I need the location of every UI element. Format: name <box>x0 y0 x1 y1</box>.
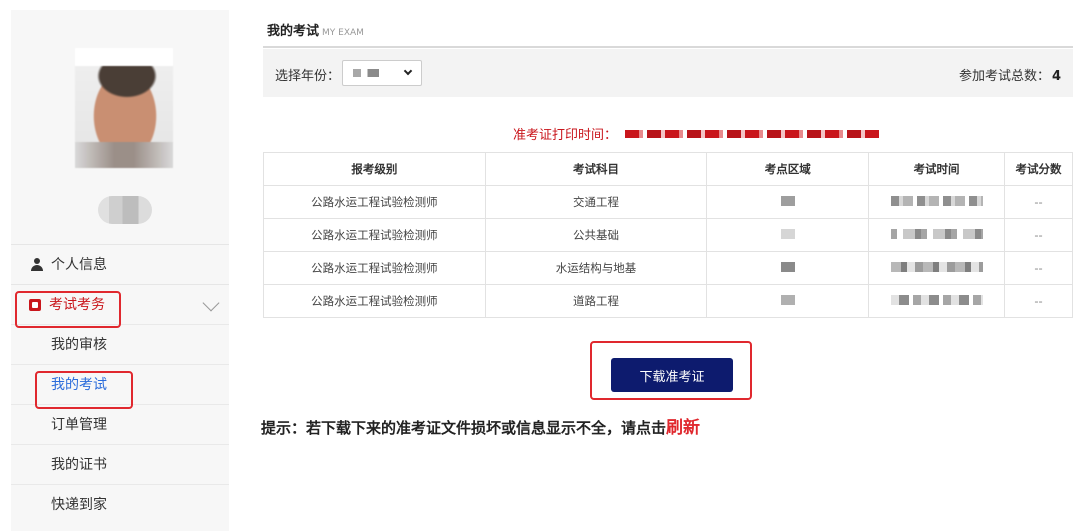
print-time: 准考证打印时间： <box>513 124 880 143</box>
column-header: 报考级别 <box>263 152 486 186</box>
print-time-label: 准考证打印时间： <box>513 128 618 143</box>
cell-subject: 道路工程 <box>484 284 708 318</box>
column-header: 考点区域 <box>706 152 870 186</box>
cell-region-masked <box>706 284 870 318</box>
sidebar-item-label: 我的审核 <box>51 337 107 353</box>
cell-subject: 水运结构与地基 <box>484 251 708 285</box>
sidebar-item-label: 我的证书 <box>51 457 107 473</box>
highlight-my-exam <box>35 371 133 409</box>
filter-bar: 选择年份： 参加考试总数： 4 <box>263 49 1073 97</box>
cell-time-masked <box>868 284 1006 318</box>
page-title: 我的考试 MY EXAM <box>267 20 364 39</box>
sidebar-item-label: 订单管理 <box>51 417 107 433</box>
sidebar-item-label: 快递到家 <box>51 497 107 513</box>
sidebar-item-home-delivery[interactable]: 快递到家 <box>11 484 229 524</box>
cell-score: -- <box>1004 251 1073 285</box>
exam-total-value: 4 <box>1051 69 1061 84</box>
download-admission-ticket-button[interactable]: 下载准考证 <box>611 358 733 392</box>
table-header-row: 报考级别 考试科目 考点区域 考试时间 考试分数 <box>263 152 1073 186</box>
year-value-masked <box>353 69 379 77</box>
sidebar-item-my-certificates[interactable]: 我的证书 <box>11 444 229 484</box>
cell-time-masked <box>868 218 1006 252</box>
cell-level: 公路水运工程试验检测师 <box>263 185 486 219</box>
tip-text: 提示：若下载下来的准考证文件损坏或信息显示不全，请点击刷新 <box>261 413 700 438</box>
column-header: 考试分数 <box>1004 152 1073 186</box>
exam-total: 参加考试总数： 4 <box>959 65 1061 84</box>
cell-level: 公路水运工程试验检测师 <box>263 284 486 318</box>
title-divider <box>263 46 1073 48</box>
table-row: 公路水运工程试验检测师 公共基础 -- <box>263 218 1073 252</box>
cell-score: -- <box>1004 218 1073 252</box>
user-icon <box>31 258 43 271</box>
cell-score: -- <box>1004 284 1073 318</box>
sidebar-item-personal-info[interactable]: 个人信息 <box>11 244 229 284</box>
avatar <box>75 48 173 168</box>
sidebar: 个人信息 考试考务 我的审核 我的考试 订单管理 我的证书 快递到家 <box>11 10 229 531</box>
sidebar-item-label: 个人信息 <box>51 256 107 273</box>
sidebar-item-my-review[interactable]: 我的审核 <box>11 324 229 364</box>
refresh-link[interactable]: 刷新 <box>666 418 700 438</box>
column-header: 考试科目 <box>484 152 708 186</box>
column-header: 考试时间 <box>868 152 1006 186</box>
user-name-masked <box>98 196 152 224</box>
cell-subject: 交通工程 <box>484 185 708 219</box>
chevron-down-icon <box>403 66 413 76</box>
cell-time-masked <box>868 251 1006 285</box>
table-row: 公路水运工程试验检测师 水运结构与地基 -- <box>263 251 1073 285</box>
cell-level: 公路水运工程试验检测师 <box>263 251 486 285</box>
page-title-text: 我的考试 <box>267 24 320 39</box>
cell-level: 公路水运工程试验检测师 <box>263 218 486 252</box>
table-row: 公路水运工程试验检测师 道路工程 -- <box>263 284 1073 318</box>
page-title-en: MY EXAM <box>322 28 364 38</box>
year-label: 选择年份： <box>275 69 341 84</box>
highlight-exam-affairs <box>15 291 121 328</box>
table-row: 公路水运工程试验检测师 交通工程 -- <box>263 185 1073 219</box>
cell-time-masked <box>868 185 1006 219</box>
cell-subject: 公共基础 <box>484 218 708 252</box>
exam-table: 报考级别 考试科目 考点区域 考试时间 考试分数 公路水运工程试验检测师 交通工… <box>263 152 1073 318</box>
print-time-masked <box>625 129 880 138</box>
chevron-down-icon[interactable] <box>202 294 220 312</box>
tip-message: 提示：若下载下来的准考证文件损坏或信息显示不全，请点击 <box>261 419 667 437</box>
sidebar-item-orders[interactable]: 订单管理 <box>11 404 229 444</box>
year-select[interactable] <box>342 60 422 86</box>
cell-region-masked <box>706 218 870 252</box>
cell-score: -- <box>1004 185 1073 219</box>
exam-total-label: 参加考试总数： <box>958 69 1050 84</box>
cell-region-masked <box>706 251 870 285</box>
cell-region-masked <box>706 185 870 219</box>
